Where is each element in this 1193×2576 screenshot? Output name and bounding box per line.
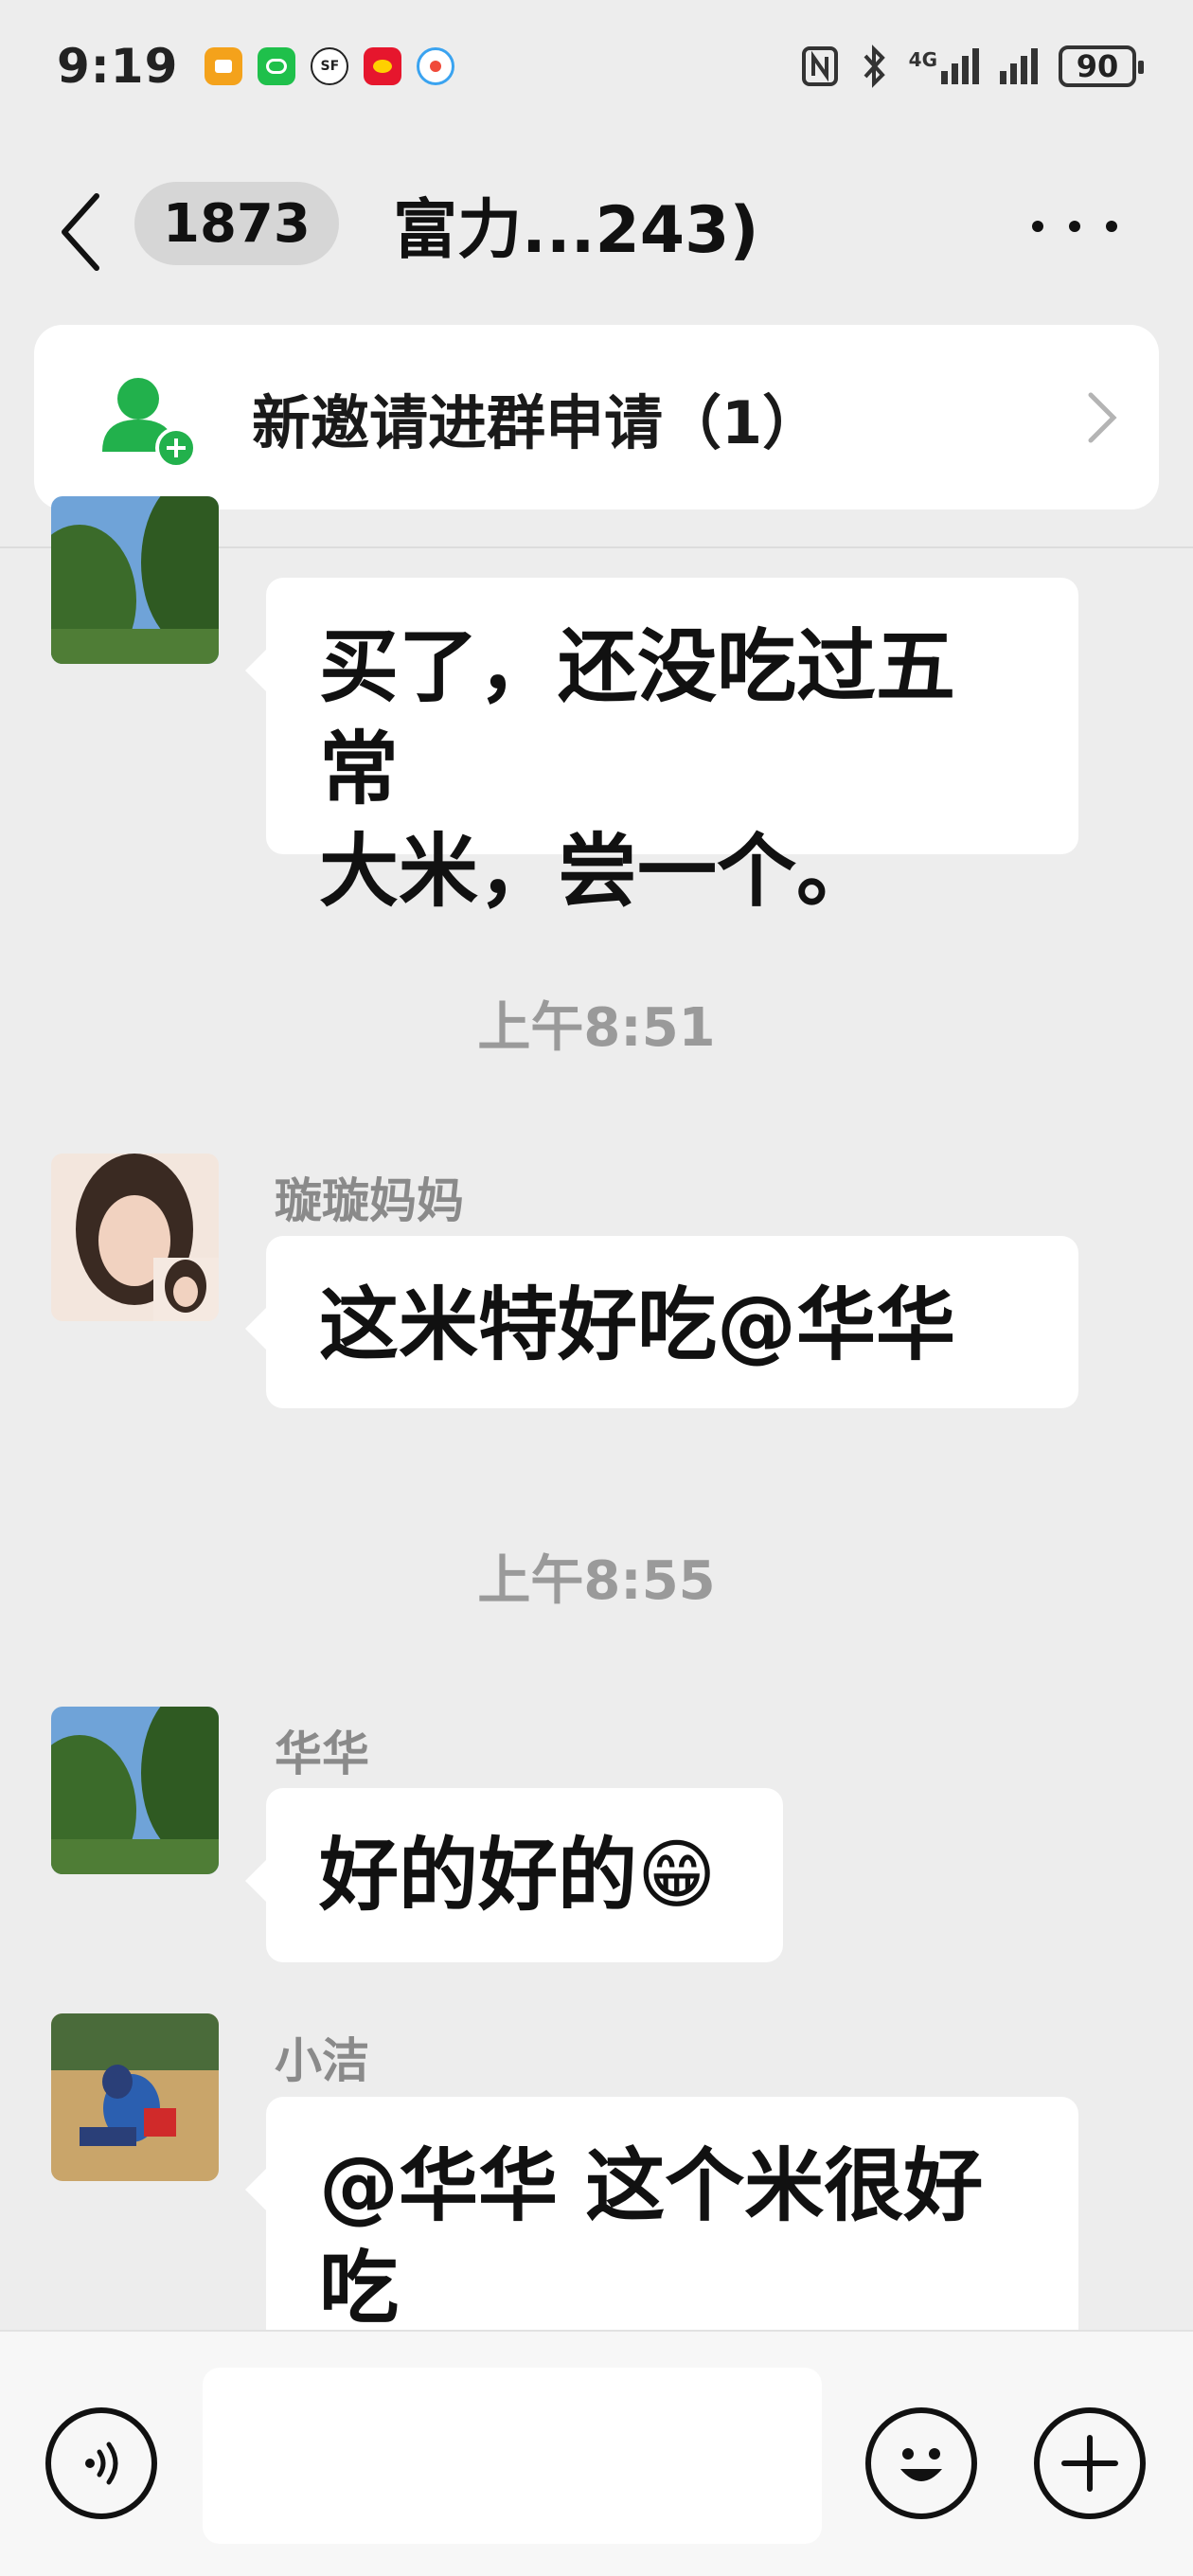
more-dot-icon [1106, 221, 1117, 232]
bluetooth-icon [864, 45, 885, 88]
more-options-button[interactable] [1032, 203, 1117, 250]
chat-title[interactable]: 富力...243) [393, 182, 759, 268]
message-app-icon [258, 47, 296, 85]
notification-icons: SF [205, 47, 455, 85]
message-bubble[interactable]: 好的好的 😁 [245, 1788, 783, 1962]
more-functions-button[interactable] [1034, 2407, 1146, 2519]
message-text: 吃 [319, 2242, 400, 2334]
invite-request-label: 新邀请进群申请（1） [252, 387, 822, 457]
weibo-icon [364, 47, 402, 85]
message-text: 这米特好吃@华华 [319, 1279, 956, 1371]
chat-header: 1873 富力...243) [0, 161, 1193, 284]
group-invite-request-banner[interactable]: 新邀请进群申请（1） [34, 325, 1159, 510]
nfc-icon [801, 46, 838, 86]
message-input-bar [0, 2330, 1193, 2576]
message-bubble[interactable]: 买了，还没吃过五常 大米，尝一个。 [245, 578, 1078, 918]
avatar[interactable] [51, 1154, 219, 1321]
status-right: 4G 90 [801, 45, 1144, 88]
app-notification-icon [205, 47, 243, 85]
sender-name: 小洁 [275, 2033, 369, 2088]
unread-count-badge[interactable]: 1873 [134, 182, 339, 265]
cellular-signal-icon [1000, 48, 1038, 84]
avatar[interactable] [51, 496, 219, 664]
sender-name: 璇璇妈妈 [275, 1173, 464, 1228]
status-time: 9:19 [57, 39, 179, 94]
message-text: @华华 这个米很好 [319, 2139, 984, 2232]
message-text: 买了，还没吃过五常 [319, 620, 956, 815]
sf-express-icon: SF [311, 47, 349, 85]
back-button[interactable] [57, 189, 123, 275]
voice-input-button[interactable] [45, 2407, 157, 2519]
more-dot-icon [1069, 221, 1080, 232]
emoji-button[interactable] [865, 2407, 977, 2519]
message-bubble[interactable]: 这米特好吃@华华 [245, 1236, 1078, 1408]
avatar-woman-portrait-image [51, 1154, 219, 1321]
chevron-right-icon [1088, 392, 1117, 443]
message-text: 大米，尝一个。 [319, 825, 877, 918]
cellular-signal-4g: 4G [909, 48, 979, 84]
more-dot-icon [1032, 221, 1043, 232]
smiley-icon [900, 2448, 942, 2481]
network-type: 4G [908, 48, 937, 71]
message-timestamp: 上午8:51 [477, 997, 716, 1059]
battery-level: 90 [1076, 48, 1119, 84]
avatar[interactable] [51, 2013, 219, 2181]
message-input[interactable] [203, 2368, 822, 2544]
app-store-icon [417, 47, 455, 85]
grinning-face-emoji-icon: 😁 [637, 1831, 717, 1919]
avatar[interactable] [51, 1707, 219, 1874]
voice-wave-icon [85, 2442, 118, 2485]
message-text: 好的好的 [319, 1829, 638, 1922]
avatar-person-outdoors-image [51, 2013, 219, 2181]
battery-indicator: 90 [1059, 45, 1144, 87]
message-timestamp: 上午8:55 [477, 1550, 716, 1612]
add-member-icon [102, 378, 197, 469]
plus-icon [1061, 2435, 1118, 2492]
sender-name: 华华 [275, 1726, 369, 1781]
avatar-tree-sky-image [51, 496, 219, 664]
avatar-tree-sky-image [51, 1707, 219, 1874]
chevron-left-icon [62, 193, 99, 271]
status-bar: 9:19 SF 4G 90 [0, 0, 1193, 133]
